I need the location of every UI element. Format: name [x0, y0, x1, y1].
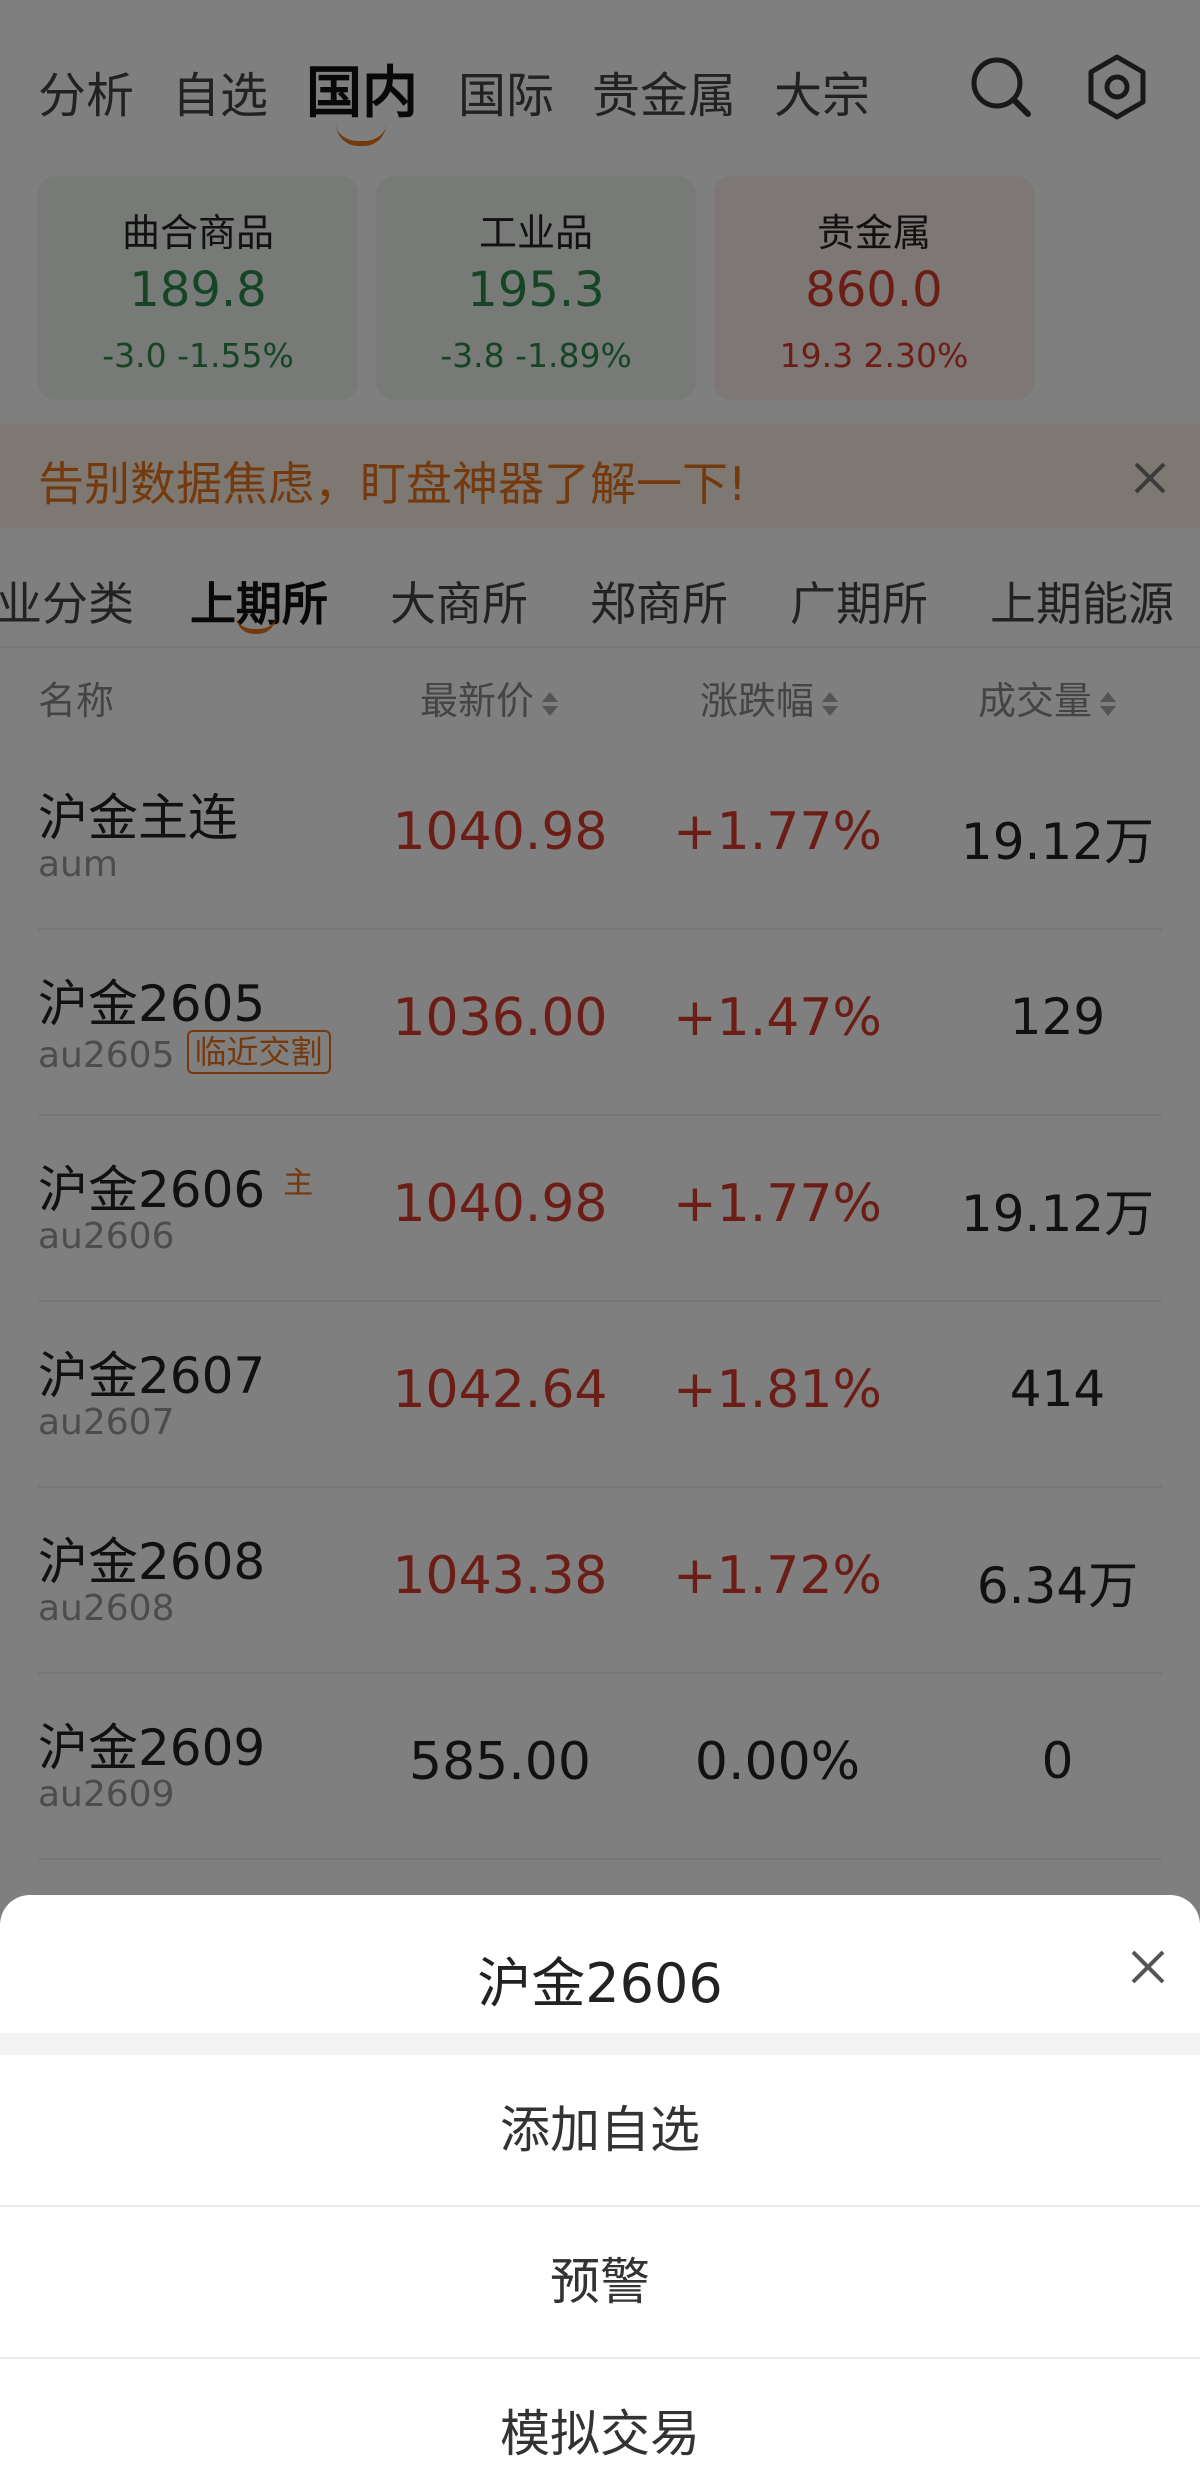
price-alert-button[interactable]: 预警	[0, 2207, 1200, 2357]
add-to-watchlist-button[interactable]: 添加自选	[0, 2055, 1200, 2205]
sheet-separator	[0, 2033, 1200, 2055]
action-sheet: 沪金2606 添加自选 预警 模拟交易	[0, 1895, 1200, 2491]
sheet-title: 沪金2606	[477, 1952, 723, 2015]
simulated-trading-button[interactable]: 模拟交易	[0, 2359, 1200, 2491]
close-icon[interactable]	[1128, 1947, 1168, 1987]
